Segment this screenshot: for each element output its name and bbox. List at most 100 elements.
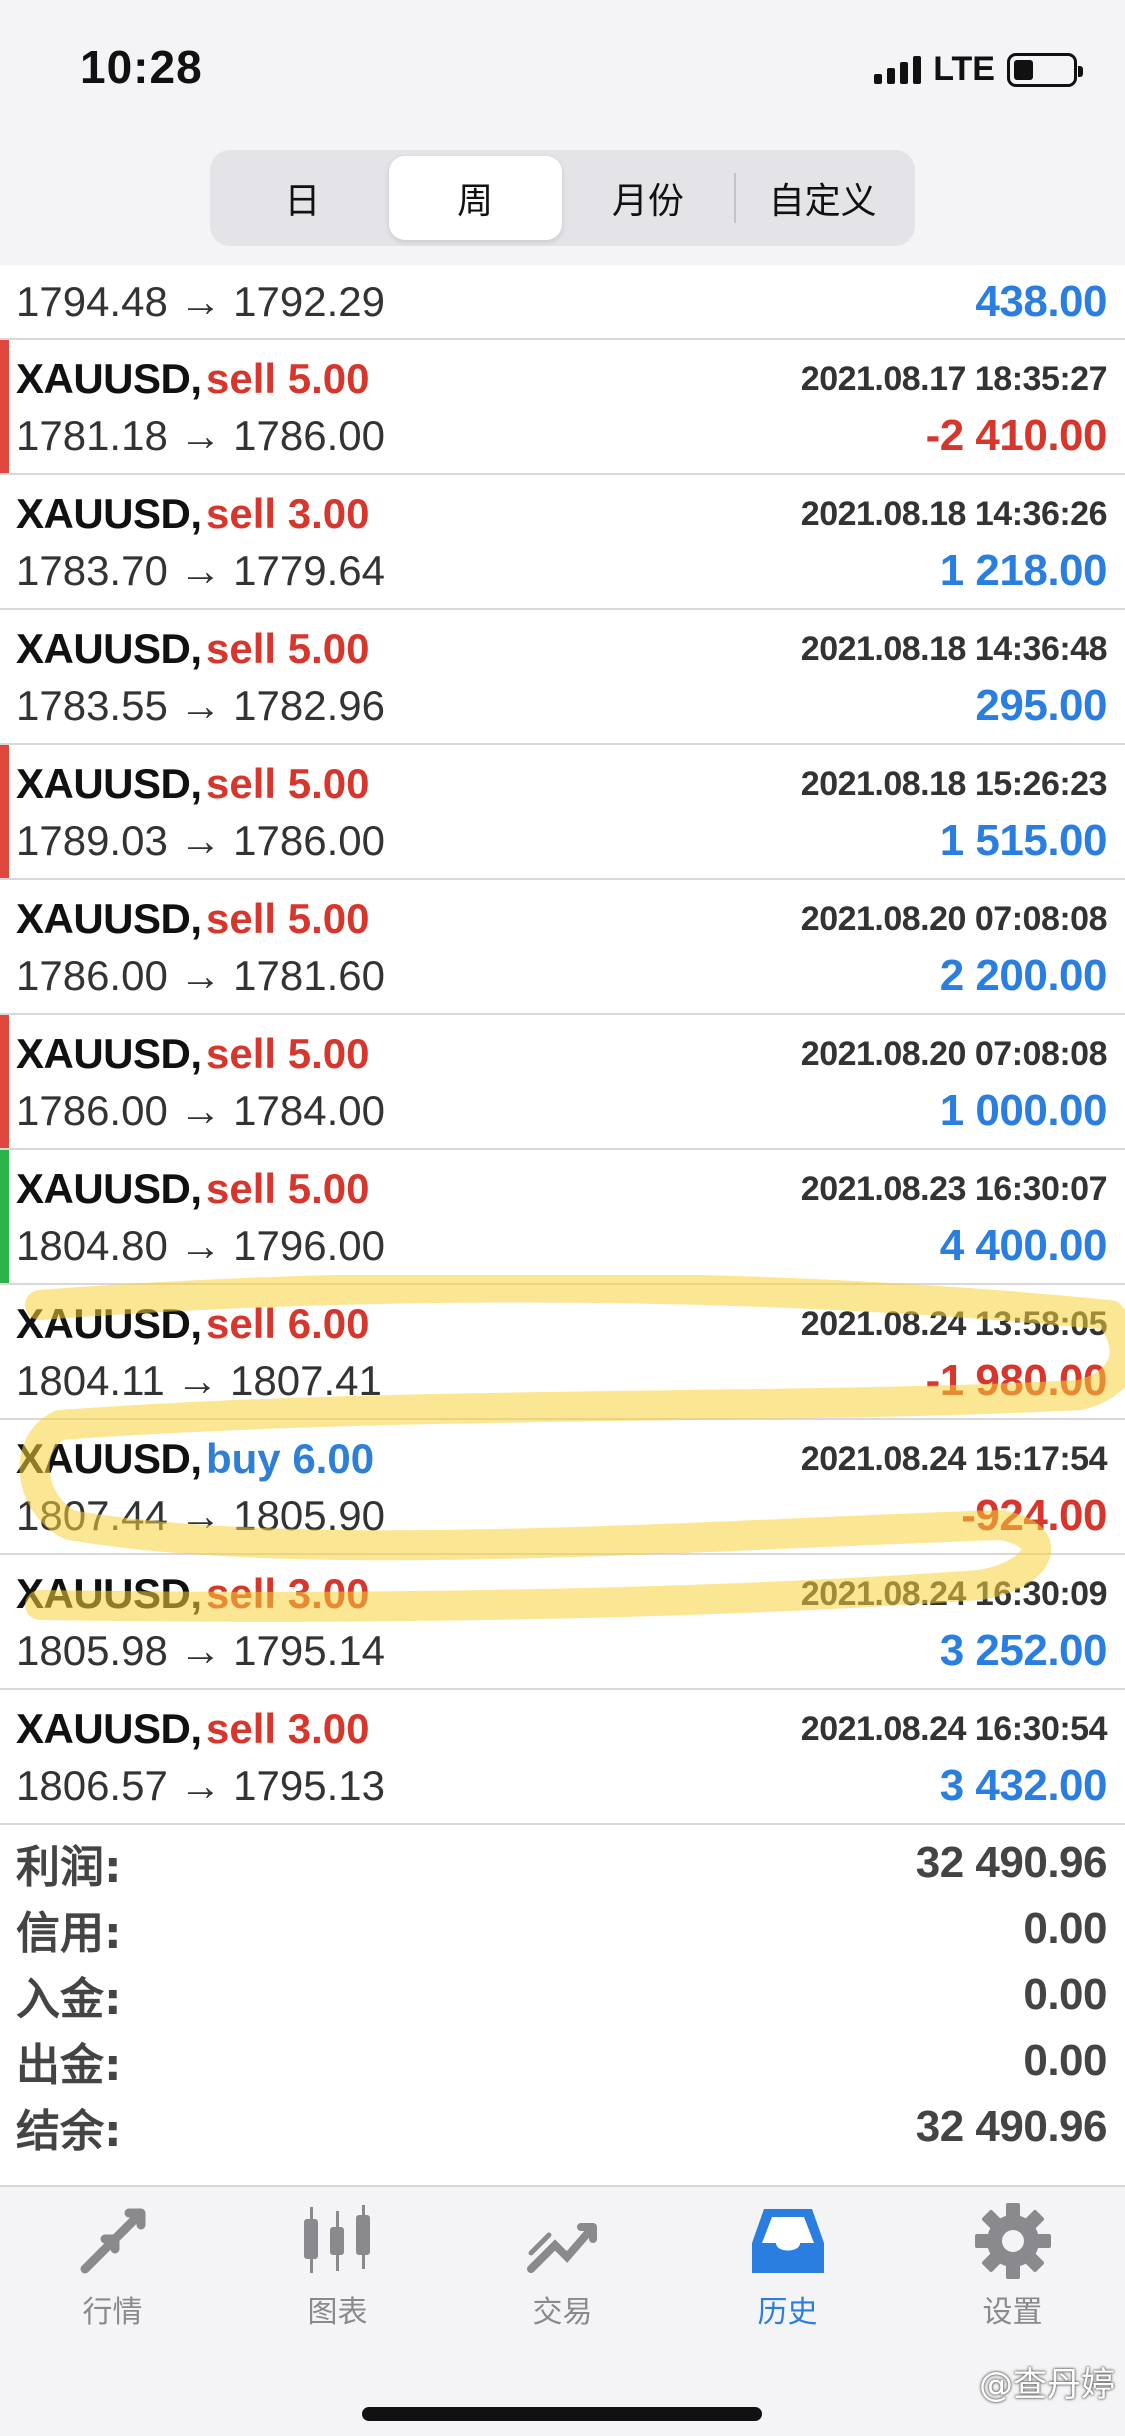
trade-symbol: XAUUSD,: [16, 895, 202, 942]
trade-row[interactable]: XAUUSD, sell 5.00 2021.08.18 14:36:48 17…: [0, 610, 1125, 745]
bottom-tab-bar: 行情 图表 交易 历史 设置 @查丹婷: [0, 2185, 1125, 2436]
gear-icon: [973, 2201, 1053, 2281]
trade-prices: 1789.03 → 1786.00: [16, 817, 385, 864]
trade-profit: 295.00: [975, 681, 1107, 730]
summary-value: 0.00: [1023, 1904, 1107, 1953]
trade-time: 2021.08.18 14:36:48: [800, 629, 1108, 668]
trade-history-list: 1794.48 → 1792.29 438.00 XAUUSD, sell 5.…: [0, 265, 1125, 1825]
trade-time: 2021.08.24 13:58:05: [800, 1304, 1108, 1343]
trade-time: 2021.08.17 18:35:27: [800, 359, 1108, 398]
trade-prices: 1781.18 → 1786.00: [16, 412, 385, 459]
trade-symbol: XAUUSD,: [16, 1570, 202, 1617]
watermark-text: @查丹婷: [979, 2365, 1115, 2405]
trade-time: 2021.08.23 16:30:07: [800, 1169, 1108, 1208]
trade-prices: 1794.48 → 1792.29: [16, 278, 385, 325]
trade-title: XAUUSD, sell 5.00: [16, 625, 369, 673]
tab-label: 设置: [982, 2295, 1043, 2330]
battery-icon: [1007, 52, 1083, 87]
trade-symbol: XAUUSD,: [16, 760, 202, 807]
summary-row: 信用: 0.00: [0, 1896, 1125, 1962]
trade-profit: 2 200.00: [939, 951, 1108, 1000]
trade-row[interactable]: XAUUSD, sell 5.00 2021.08.20 07:08:08 17…: [0, 1015, 1125, 1150]
candlestick-chart-icon: [298, 2201, 378, 2281]
tab-trade[interactable]: 交易: [450, 2201, 675, 2337]
status-time: 10:28: [80, 41, 203, 93]
trade-status-marker: [0, 610, 9, 743]
segment-month[interactable]: 月份: [562, 156, 735, 240]
tab-label: 历史: [757, 2295, 818, 2330]
trade-side-volume: sell 3.00: [205, 490, 370, 537]
trade-prices: 1783.55 → 1782.96: [16, 682, 385, 729]
summary-row: 利润: 32 490.96: [0, 1830, 1125, 1896]
trade-status-marker: [0, 880, 9, 1013]
summary-row: 出金: 0.00: [0, 2028, 1125, 2094]
trade-profit: 3 252.00: [939, 1626, 1108, 1675]
trade-row[interactable]: XAUUSD, sell 5.00 2021.08.18 15:26:23 17…: [0, 745, 1125, 880]
trade-status-marker: [0, 1015, 9, 1148]
trade-status-marker: [0, 340, 9, 473]
trade-trend-icon: [523, 2201, 603, 2281]
trade-status-marker: [0, 1690, 9, 1823]
tab-quotes[interactable]: 行情: [0, 2201, 225, 2337]
home-indicator[interactable]: [362, 2407, 762, 2421]
trade-status-marker: [0, 1555, 9, 1688]
trade-prices: 1786.00 → 1781.60: [16, 952, 385, 999]
trade-title: XAUUSD, sell 5.00: [16, 355, 369, 403]
segment-day[interactable]: 日: [216, 156, 389, 240]
trade-symbol: XAUUSD,: [16, 1300, 202, 1347]
trade-title: XAUUSD, buy 6.00: [16, 1435, 374, 1483]
tab-label: 行情: [82, 2295, 143, 2330]
trade-profit: -2 410.00: [925, 411, 1108, 460]
trade-status-marker: [0, 1420, 9, 1553]
trade-row[interactable]: XAUUSD, sell 5.00 2021.08.17 18:35:27 17…: [0, 340, 1125, 475]
trade-title: XAUUSD, sell 3.00: [16, 1705, 369, 1753]
trade-time: 2021.08.18 15:26:23: [800, 764, 1108, 803]
trade-side-volume: sell 5.00: [205, 895, 370, 942]
trade-title: XAUUSD, sell 5.00: [16, 1165, 369, 1213]
trade-profit: 3 432.00: [939, 1761, 1108, 1810]
trade-profit: -1 980.00: [925, 1356, 1108, 1405]
trade-row[interactable]: XAUUSD, sell 5.00 2021.08.20 07:08:08 17…: [0, 880, 1125, 1015]
trade-row[interactable]: XAUUSD, sell 5.00 2021.08.23 16:30:07 18…: [0, 1150, 1125, 1285]
segment-custom[interactable]: 自定义: [736, 156, 909, 240]
tab-history[interactable]: 历史: [675, 2201, 900, 2337]
trade-status-marker: [0, 1285, 9, 1418]
trade-row-partial[interactable]: 1794.48 → 1792.29 438.00: [0, 265, 1125, 340]
trade-symbol: XAUUSD,: [16, 1030, 202, 1077]
status-bar: 10:28 LTE: [0, 0, 1125, 130]
trade-profit: 4 400.00: [939, 1221, 1108, 1270]
tab-chart[interactable]: 图表: [225, 2201, 450, 2337]
signal-icon: [874, 55, 922, 84]
trade-profit: 1 218.00: [939, 546, 1108, 595]
tab-label: 图表: [307, 2295, 368, 2330]
summary-label: 信用:: [16, 1908, 122, 1959]
trade-time: 2021.08.20 07:08:08: [800, 899, 1108, 938]
trade-time: 2021.08.24 16:30:09: [800, 1574, 1108, 1613]
trade-row[interactable]: XAUUSD, buy 6.00 2021.08.24 15:17:54 180…: [0, 1420, 1125, 1555]
trade-side-volume: sell 5.00: [205, 625, 370, 672]
trade-row[interactable]: XAUUSD, sell 3.00 2021.08.24 16:30:09 18…: [0, 1555, 1125, 1690]
trade-symbol: XAUUSD,: [16, 1435, 202, 1482]
trade-symbol: XAUUSD,: [16, 355, 202, 402]
summary-row: 入金: 0.00: [0, 1962, 1125, 2028]
summary-label: 出金:: [16, 2040, 122, 2091]
trade-time: 2021.08.24 16:30:54: [800, 1709, 1108, 1748]
period-selector-bar: 日 周 月份 自定义: [0, 130, 1125, 265]
trade-prices: 1786.00 → 1784.00: [16, 1087, 385, 1134]
trade-title: XAUUSD, sell 6.00: [16, 1300, 369, 1348]
segment-week[interactable]: 周: [388, 156, 562, 240]
trade-side-volume: sell 5.00: [205, 355, 370, 402]
history-inbox-icon: [748, 2201, 828, 2281]
tab-settings[interactable]: 设置: [900, 2201, 1125, 2337]
trade-row[interactable]: XAUUSD, sell 6.00 2021.08.24 13:58:05 18…: [0, 1285, 1125, 1420]
trade-side-volume: sell 6.00: [205, 1300, 370, 1347]
trade-row[interactable]: XAUUSD, sell 3.00 2021.08.18 14:36:26 17…: [0, 475, 1125, 610]
trade-status-marker: [0, 745, 9, 878]
trade-profit: 1 000.00: [939, 1086, 1108, 1135]
trade-title: XAUUSD, sell 5.00: [16, 895, 369, 943]
trade-time: 2021.08.20 07:08:08: [800, 1034, 1108, 1073]
summary-row: 结余: 32 490.96: [0, 2094, 1125, 2160]
trade-row[interactable]: XAUUSD, sell 3.00 2021.08.24 16:30:54 18…: [0, 1690, 1125, 1825]
trade-profit: 438.00: [975, 277, 1107, 326]
trade-status-marker: [0, 1150, 9, 1283]
